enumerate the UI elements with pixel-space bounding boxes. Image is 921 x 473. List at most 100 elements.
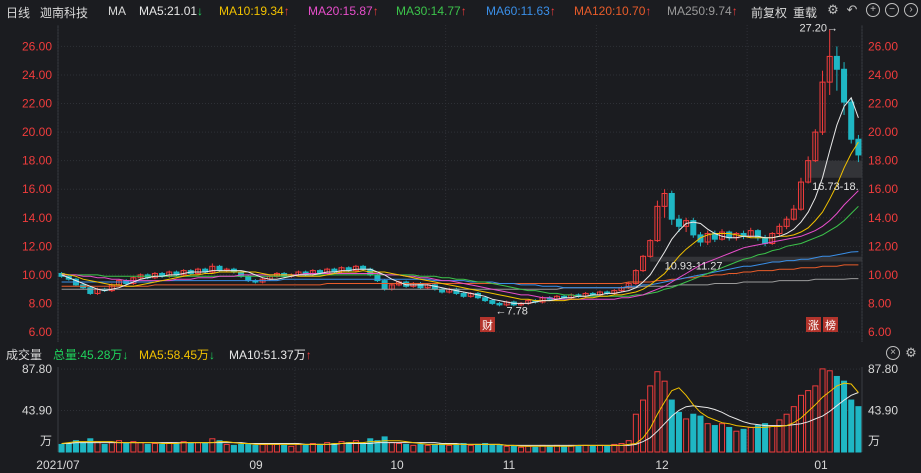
volume-bar xyxy=(281,444,288,453)
candle-body xyxy=(87,287,94,294)
volume-bar xyxy=(151,443,158,453)
volume-bar xyxy=(733,430,740,453)
volume-bar xyxy=(194,442,201,453)
volume-unit-left: 万 xyxy=(40,434,52,448)
high-price-label: 27.20→ xyxy=(800,22,839,34)
volume-bar xyxy=(317,443,324,453)
ma10-line xyxy=(61,141,859,302)
volume-bar xyxy=(123,443,130,453)
chart-header: 日线 迦南科技 MA MA5:21.01↓ MA10:19.34↑ MA20:1… xyxy=(0,0,921,22)
price-tick-left: 14.00 xyxy=(22,211,52,225)
volume-bar xyxy=(159,443,166,453)
zoom-out-icon[interactable]: − xyxy=(885,3,899,17)
price-tick-right: 26.00 xyxy=(868,39,898,53)
volume-bar xyxy=(496,444,503,453)
volume-bar xyxy=(719,423,726,453)
volume-bar xyxy=(582,444,589,453)
volume-bar xyxy=(747,426,754,453)
date-label: 01 xyxy=(814,458,828,472)
settings-gear-icon[interactable]: ⚙ xyxy=(826,3,840,17)
range-high-label: 16.73-18. xyxy=(812,181,858,193)
more-right-icon[interactable]: › xyxy=(904,3,918,17)
price-tick-right: 24.00 xyxy=(868,68,898,82)
price-tick-right: 16.00 xyxy=(868,182,898,196)
reload-button[interactable]: 重载 xyxy=(793,4,817,21)
date-label: 12 xyxy=(655,458,669,472)
volume-bar xyxy=(65,443,72,453)
volume-tick-left: 43.90 xyxy=(22,404,52,418)
period-label[interactable]: 日线 xyxy=(6,4,30,21)
price-tick-left: 22.00 xyxy=(22,97,52,111)
volume-tick-right: 43.90 xyxy=(868,404,898,418)
price-tick-left: 10.00 xyxy=(22,268,52,282)
volume-bar xyxy=(518,446,525,453)
candle-body xyxy=(374,274,381,282)
volume-bar xyxy=(596,444,603,453)
volume-bar xyxy=(94,441,101,453)
volume-bar xyxy=(259,443,266,453)
volume-unit-right: 万 xyxy=(868,434,880,448)
volume-bar xyxy=(302,444,309,453)
volume-bar xyxy=(841,380,848,453)
price-tick-left: 26.00 xyxy=(22,39,52,53)
price-tick-left: 24.00 xyxy=(22,68,52,82)
volume-bar xyxy=(130,441,137,453)
price-chart[interactable]: 26.00 26.00 24.00 24.00 22.00 22.00 20.00 20.00… xyxy=(0,22,921,342)
candle-body xyxy=(482,297,489,302)
ma120-value: MA120:10.70↑ xyxy=(574,4,652,18)
candle-body xyxy=(726,231,733,239)
volume-bar xyxy=(546,445,553,453)
ma10-value: MA10:19.34↑ xyxy=(219,4,290,18)
volume-bar xyxy=(632,413,639,453)
close-volume-icon[interactable]: × xyxy=(886,346,900,360)
volume-bar xyxy=(381,436,388,453)
price-tick-left: 20.00 xyxy=(22,125,52,139)
volume-title: 成交量 xyxy=(6,348,43,362)
candle-body xyxy=(381,280,388,290)
volume-bar xyxy=(848,399,855,453)
date-label: 11 xyxy=(503,458,516,472)
price-tick-right: 18.00 xyxy=(868,154,898,168)
badge-cai: 财 xyxy=(482,318,493,332)
undo-icon[interactable]: ↶ xyxy=(845,3,859,17)
volume-bar xyxy=(410,444,417,453)
candle-body xyxy=(833,55,840,70)
low-price-label: ←7.78 xyxy=(495,306,527,318)
volume-bar xyxy=(561,445,568,453)
zoom-in-icon[interactable]: + xyxy=(866,3,880,17)
volume-bar xyxy=(101,443,108,453)
volume-bar xyxy=(740,428,747,453)
volume-ma5: MA5:58.45万↓ xyxy=(139,348,216,362)
volume-bar xyxy=(776,419,783,453)
price-tick-left: 8.00 xyxy=(29,296,53,310)
volume-bar xyxy=(647,385,654,453)
candle-body xyxy=(855,138,862,156)
volume-bar xyxy=(690,413,697,453)
candle-body xyxy=(460,292,467,297)
stock-name[interactable]: 迦南科技 xyxy=(40,4,88,21)
volume-bar xyxy=(625,440,632,453)
volume-bar xyxy=(589,445,596,453)
volume-bar xyxy=(209,438,216,453)
volume-settings-icon[interactable]: ⚙ xyxy=(904,346,918,360)
volume-bar xyxy=(395,443,402,453)
volume-bar xyxy=(417,443,424,453)
volume-bar xyxy=(137,442,144,453)
volume-bar xyxy=(108,442,115,453)
candle-body xyxy=(417,282,424,289)
volume-chart[interactable]: 87.80 87.80 43.90 43.90 万 万 2021/07 09 10 11 12 01 xyxy=(0,364,921,473)
volume-bar xyxy=(238,443,245,453)
volume-bar xyxy=(58,443,65,453)
volume-ma10: MA10:51.37万↑ xyxy=(229,348,312,362)
volume-bar xyxy=(187,443,194,453)
adjust-button[interactable]: 前复权 xyxy=(751,4,787,21)
volume-bar xyxy=(704,423,711,453)
volume-bar xyxy=(273,443,280,453)
indicator-label[interactable]: MA xyxy=(108,4,126,18)
ma5-value: MA5:21.01↓ xyxy=(139,4,204,18)
date-label: 09 xyxy=(249,458,263,472)
volume-bar xyxy=(762,423,769,453)
volume-header: 成交量 总量:45.28万↓ MA5:58.45万↓ MA10:51.37万↑ … xyxy=(0,342,921,364)
badge-bang: 榜 xyxy=(825,318,836,332)
volume-bar xyxy=(769,425,776,453)
